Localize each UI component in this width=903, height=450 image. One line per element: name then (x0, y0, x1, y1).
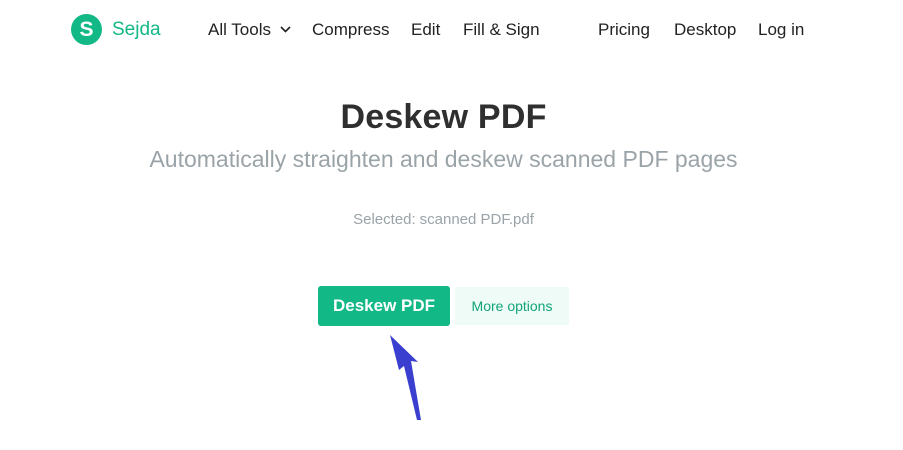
chevron-down-icon (280, 25, 291, 33)
nav-desktop[interactable]: Desktop (674, 19, 736, 41)
selected-filename: scanned PDF.pdf (419, 211, 534, 228)
nav-compress[interactable]: Compress (312, 19, 389, 41)
nav-all-tools-label: All Tools (208, 20, 271, 39)
nav-edit[interactable]: Edit (411, 19, 440, 41)
nav-pricing[interactable]: Pricing (598, 19, 650, 41)
nav-all-tools[interactable]: All Tools (208, 19, 291, 41)
page-title: Deskew PDF (340, 98, 547, 136)
page: S Sejda All Tools Compress Edit Fill & S… (0, 0, 903, 450)
deskew-pdf-button[interactable]: Deskew PDF (318, 286, 450, 326)
nav-login[interactable]: Log in (758, 19, 804, 41)
logo-mark-icon: S (71, 14, 102, 45)
selected-label: Selected: (353, 211, 416, 228)
more-options-button[interactable]: More options (455, 287, 569, 325)
page-subtitle: Automatically straighten and deskew scan… (149, 146, 738, 172)
selected-file-info: Selected: scanned PDF.pdf (0, 211, 887, 228)
logo-text: Sejda (112, 18, 161, 40)
logo[interactable]: S Sejda (71, 14, 161, 45)
arrow-pointer-icon (390, 335, 421, 420)
nav-fill-sign[interactable]: Fill & Sign (463, 19, 540, 41)
